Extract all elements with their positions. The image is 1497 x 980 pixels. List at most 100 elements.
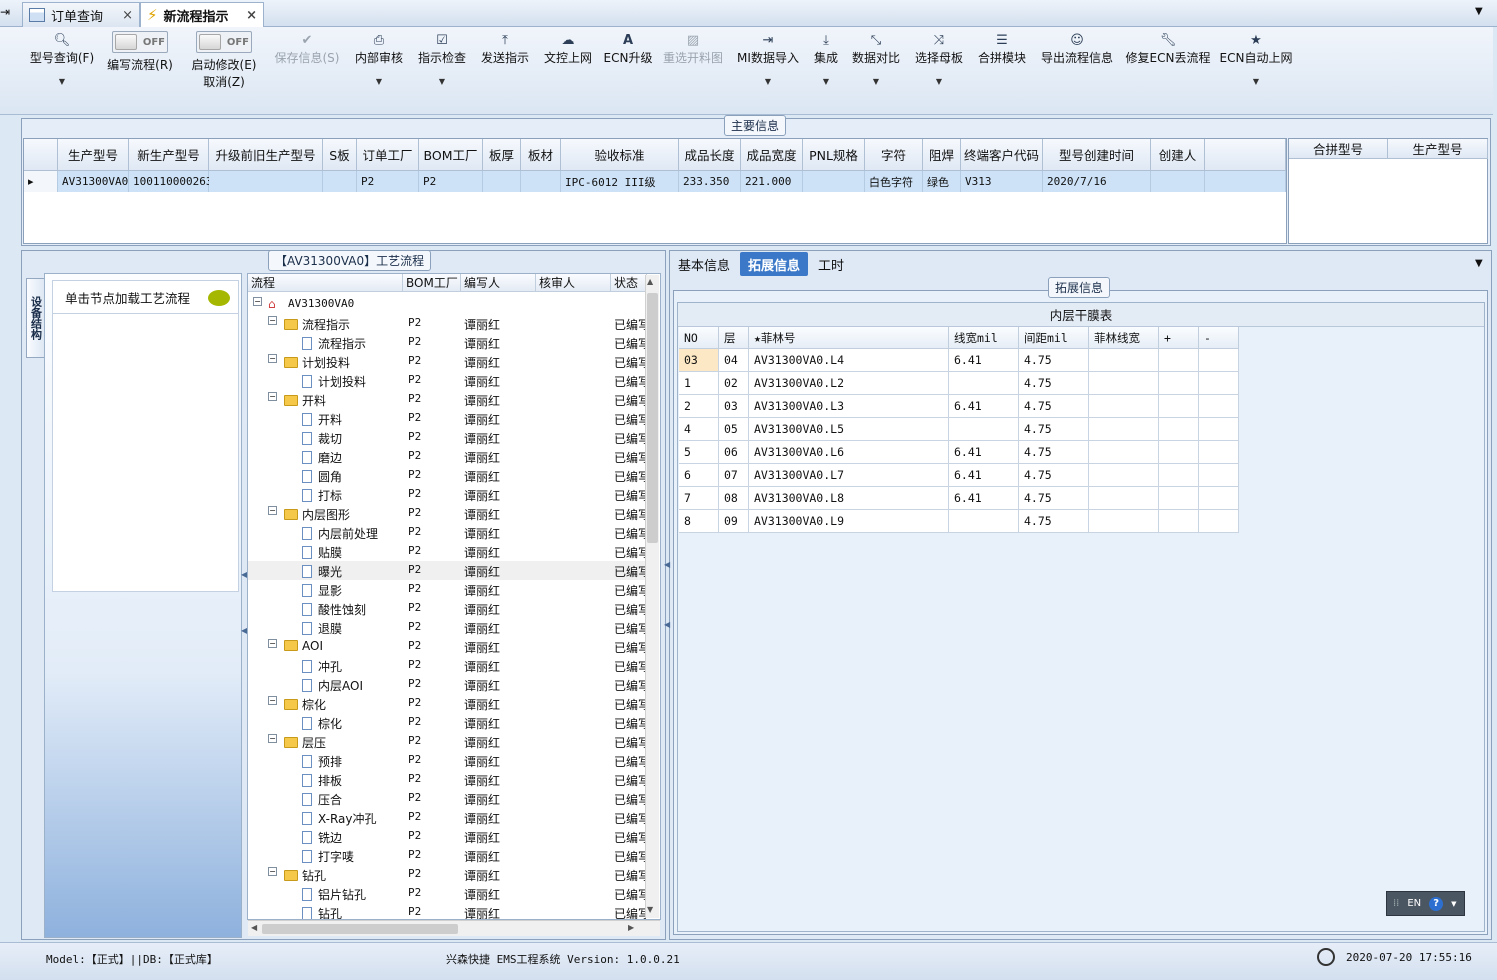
help-icon[interactable]: ? <box>1429 896 1444 911</box>
language-indicator[interactable]: ⁞⁞ EN ? ▼ <box>1386 891 1465 916</box>
table-cell[interactable]: 05 <box>719 418 749 441</box>
table-cell[interactable]: 08 <box>719 487 749 510</box>
table-cell[interactable]: 4.75 <box>1019 441 1089 464</box>
chevron-down-icon[interactable]: ▼ <box>873 77 879 86</box>
chevron-down-icon[interactable]: ▼ <box>1451 900 1456 908</box>
grid-cell[interactable] <box>803 171 865 192</box>
column-header[interactable]: 订单工厂 <box>357 139 419 171</box>
table-cell[interactable]: AV31300VA0.L2 <box>749 372 949 395</box>
ecn-auto-online-button[interactable]: ★ ECN自动上网 ▼ <box>1218 31 1294 111</box>
scroll-left-icon[interactable]: ◀ <box>251 923 257 932</box>
tree-row[interactable]: −计划投料 P2 谭丽红 已编写 <box>248 352 646 371</box>
table-cell[interactable]: 6.41 <box>949 487 1019 510</box>
tree-row[interactable]: 排板 P2 谭丽红 已编写 <box>248 770 646 789</box>
column-header[interactable]: 成品长度 <box>679 139 741 171</box>
grid-corner[interactable] <box>24 139 58 171</box>
table-cell[interactable] <box>1199 510 1239 533</box>
grid-cell[interactable]: 221.000 <box>741 171 803 192</box>
integrate-button[interactable]: ⤓ 集成 ▼ <box>806 31 846 111</box>
table-cell[interactable]: 03 <box>719 395 749 418</box>
tree-row[interactable]: 内层前处理 P2 谭丽红 已编写 <box>248 523 646 542</box>
tree-row[interactable]: 铣边 P2 谭丽红 已编写 <box>248 827 646 846</box>
column-header[interactable]: 验收标准 <box>561 139 679 171</box>
column-header[interactable]: 型号创建时间 <box>1043 139 1151 171</box>
table-cell[interactable]: 1 <box>679 372 719 395</box>
tree-row[interactable]: 酸性蚀刻 P2 谭丽红 已编写 <box>248 599 646 618</box>
detail-tabs-dropdown-icon[interactable]: ▼ <box>1475 258 1483 269</box>
collapse-arrow-icon[interactable]: ◀ <box>664 620 670 629</box>
table-cell[interactable]: 6.41 <box>949 349 1019 372</box>
table-cell[interactable] <box>1089 464 1159 487</box>
tree-row[interactable]: 裁切 P2 谭丽红 已编写 <box>248 428 646 447</box>
table-cell[interactable]: 8 <box>679 510 719 533</box>
chevron-down-icon[interactable]: ▼ <box>765 77 771 86</box>
start-edit-toggle[interactable]: OFF 启动修改(E) 取消(Z) <box>188 31 260 111</box>
expand-toggle[interactable]: − <box>268 734 277 743</box>
table-cell[interactable]: 4 <box>679 418 719 441</box>
doc-control-online-button[interactable]: ☁ 文控上网 <box>541 31 595 111</box>
back-icon[interactable]: ⇥ <box>0 5 10 19</box>
column-header[interactable]: 升级前旧生产型号 <box>209 139 323 171</box>
tree-row[interactable]: −层压 P2 谭丽红 已编写 <box>248 732 646 751</box>
tab-list-dropdown-icon[interactable]: ▼ <box>1475 6 1483 17</box>
table-cell[interactable] <box>949 418 1019 441</box>
grid-cell[interactable]: 10011000026333 <box>129 171 226 192</box>
table-cell[interactable]: 02 <box>719 372 749 395</box>
repair-ecn-flow-button[interactable]: 🔧︎ 修复ECN丢流程 <box>1126 31 1211 111</box>
chevron-down-icon[interactable]: ▼ <box>823 77 829 86</box>
tab-work-hours[interactable]: 工时 <box>810 252 852 276</box>
table-cell[interactable]: 6.41 <box>949 395 1019 418</box>
column-header[interactable]: + <box>1159 327 1199 349</box>
expand-toggle[interactable]: − <box>268 696 277 705</box>
table-cell[interactable] <box>949 372 1019 395</box>
tree-row[interactable]: 退膜 P2 谭丽红 已编写 <box>248 618 646 637</box>
tree-row[interactable]: 磨边 P2 谭丽红 已编写 <box>248 447 646 466</box>
table-cell[interactable] <box>1199 464 1239 487</box>
table-cell[interactable] <box>1199 349 1239 372</box>
tab-extended-info[interactable]: 拓展信息 <box>740 252 809 276</box>
grid-cell[interactable] <box>323 171 357 192</box>
table-cell[interactable]: AV31300VA0.L4 <box>749 349 949 372</box>
expand-toggle[interactable]: − <box>268 867 277 876</box>
tree-row[interactable]: 棕化 P2 谭丽红 已编写 <box>248 713 646 732</box>
table-cell[interactable]: 4.75 <box>1019 464 1089 487</box>
table-cell[interactable]: AV31300VA0.L9 <box>749 510 949 533</box>
send-instruction-button[interactable]: ⤒ 发送指示 <box>478 31 532 111</box>
table-cell[interactable] <box>1089 372 1159 395</box>
column-header[interactable]: BOM工厂 <box>403 274 461 292</box>
table-cell[interactable] <box>1199 441 1239 464</box>
grid-cell[interactable]: V313 <box>961 171 1043 192</box>
grid-cell[interactable]: 2020/7/16 <box>1043 171 1151 192</box>
table-cell[interactable]: 4.75 <box>1019 372 1089 395</box>
internal-review-button[interactable]: ⎙ 内部审核 ▼ <box>353 31 405 111</box>
load-process-node[interactable]: 单击节点加载工艺流程 <box>52 280 239 314</box>
grid-cell[interactable]: P2 <box>419 171 483 192</box>
table-cell[interactable]: 4.75 <box>1019 395 1089 418</box>
tree-row[interactable]: 曝光 P2 谭丽红 已编写 <box>248 561 646 580</box>
column-header[interactable]: 字符 <box>865 139 923 171</box>
table-cell[interactable] <box>1159 418 1199 441</box>
cancel-edit-button[interactable]: 取消(Z) <box>203 73 245 89</box>
grid-cell[interactable] <box>483 171 521 192</box>
table-cell[interactable] <box>1199 487 1239 510</box>
column-header[interactable]: 核审人 <box>536 274 611 292</box>
grid-cell[interactable]: 233.350 <box>679 171 741 192</box>
grid-cell[interactable] <box>1151 171 1205 192</box>
column-header[interactable]: 流程 <box>248 274 403 292</box>
column-header[interactable]: 状态 <box>611 274 647 292</box>
column-header[interactable]: BOM工厂 <box>419 139 483 171</box>
tree-row[interactable]: 开料 P2 谭丽红 已编写 <box>248 409 646 428</box>
table-cell[interactable] <box>1089 349 1159 372</box>
table-cell[interactable]: 6 <box>679 464 719 487</box>
tree-row[interactable]: 钻孔 P2 谭丽红 已编写 <box>248 903 646 919</box>
tree-row[interactable]: −流程指示 P2 谭丽红 已编写 <box>248 314 646 333</box>
column-header[interactable]: 生产型号 <box>1388 139 1488 159</box>
close-icon[interactable]: × <box>122 8 133 23</box>
table-cell[interactable]: 4.75 <box>1019 487 1089 510</box>
chevron-down-icon[interactable]: ▼ <box>376 77 382 86</box>
tree-row[interactable]: 铝片钻孔 P2 谭丽红 已编写 <box>248 884 646 903</box>
column-header[interactable]: ★菲林号 <box>749 327 949 349</box>
column-header[interactable]: 阻焊 <box>923 139 961 171</box>
column-header[interactable]: PNL规格 <box>803 139 865 171</box>
tree-row[interactable]: 预排 P2 谭丽红 已编写 <box>248 751 646 770</box>
